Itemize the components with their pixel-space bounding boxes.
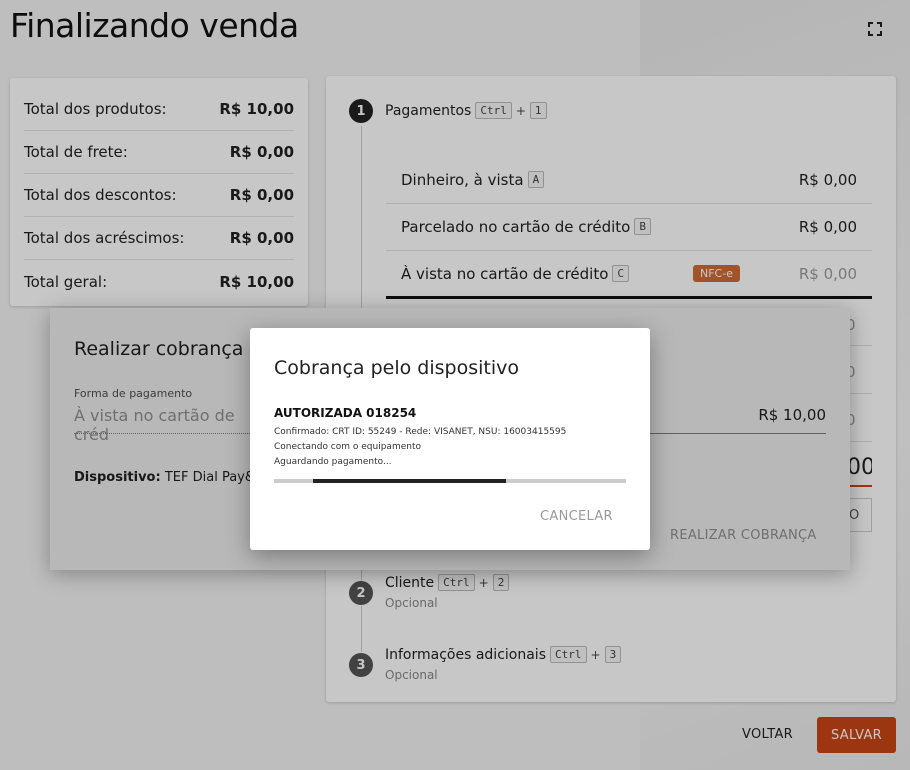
device-charge-dialog: Cobrança pelo dispositivo AUTORIZADA 018…	[250, 328, 650, 550]
status-line: Confirmado: CRT ID: 55249 - Rede: VISANE…	[274, 427, 567, 437]
status-line: Conectando com o equipamento	[274, 442, 421, 452]
progress-bar	[274, 479, 626, 483]
page: Finalizando venda Total dos produtos: R$…	[0, 0, 910, 770]
status-line: Aguardando pagamento...	[274, 457, 392, 467]
cancel-button[interactable]: CANCELAR	[540, 509, 613, 524]
device-dialog-title: Cobrança pelo dispositivo	[274, 357, 519, 379]
progress-bar-fill	[312, 479, 507, 483]
authorization-status: AUTORIZADA 018254	[274, 406, 417, 420]
